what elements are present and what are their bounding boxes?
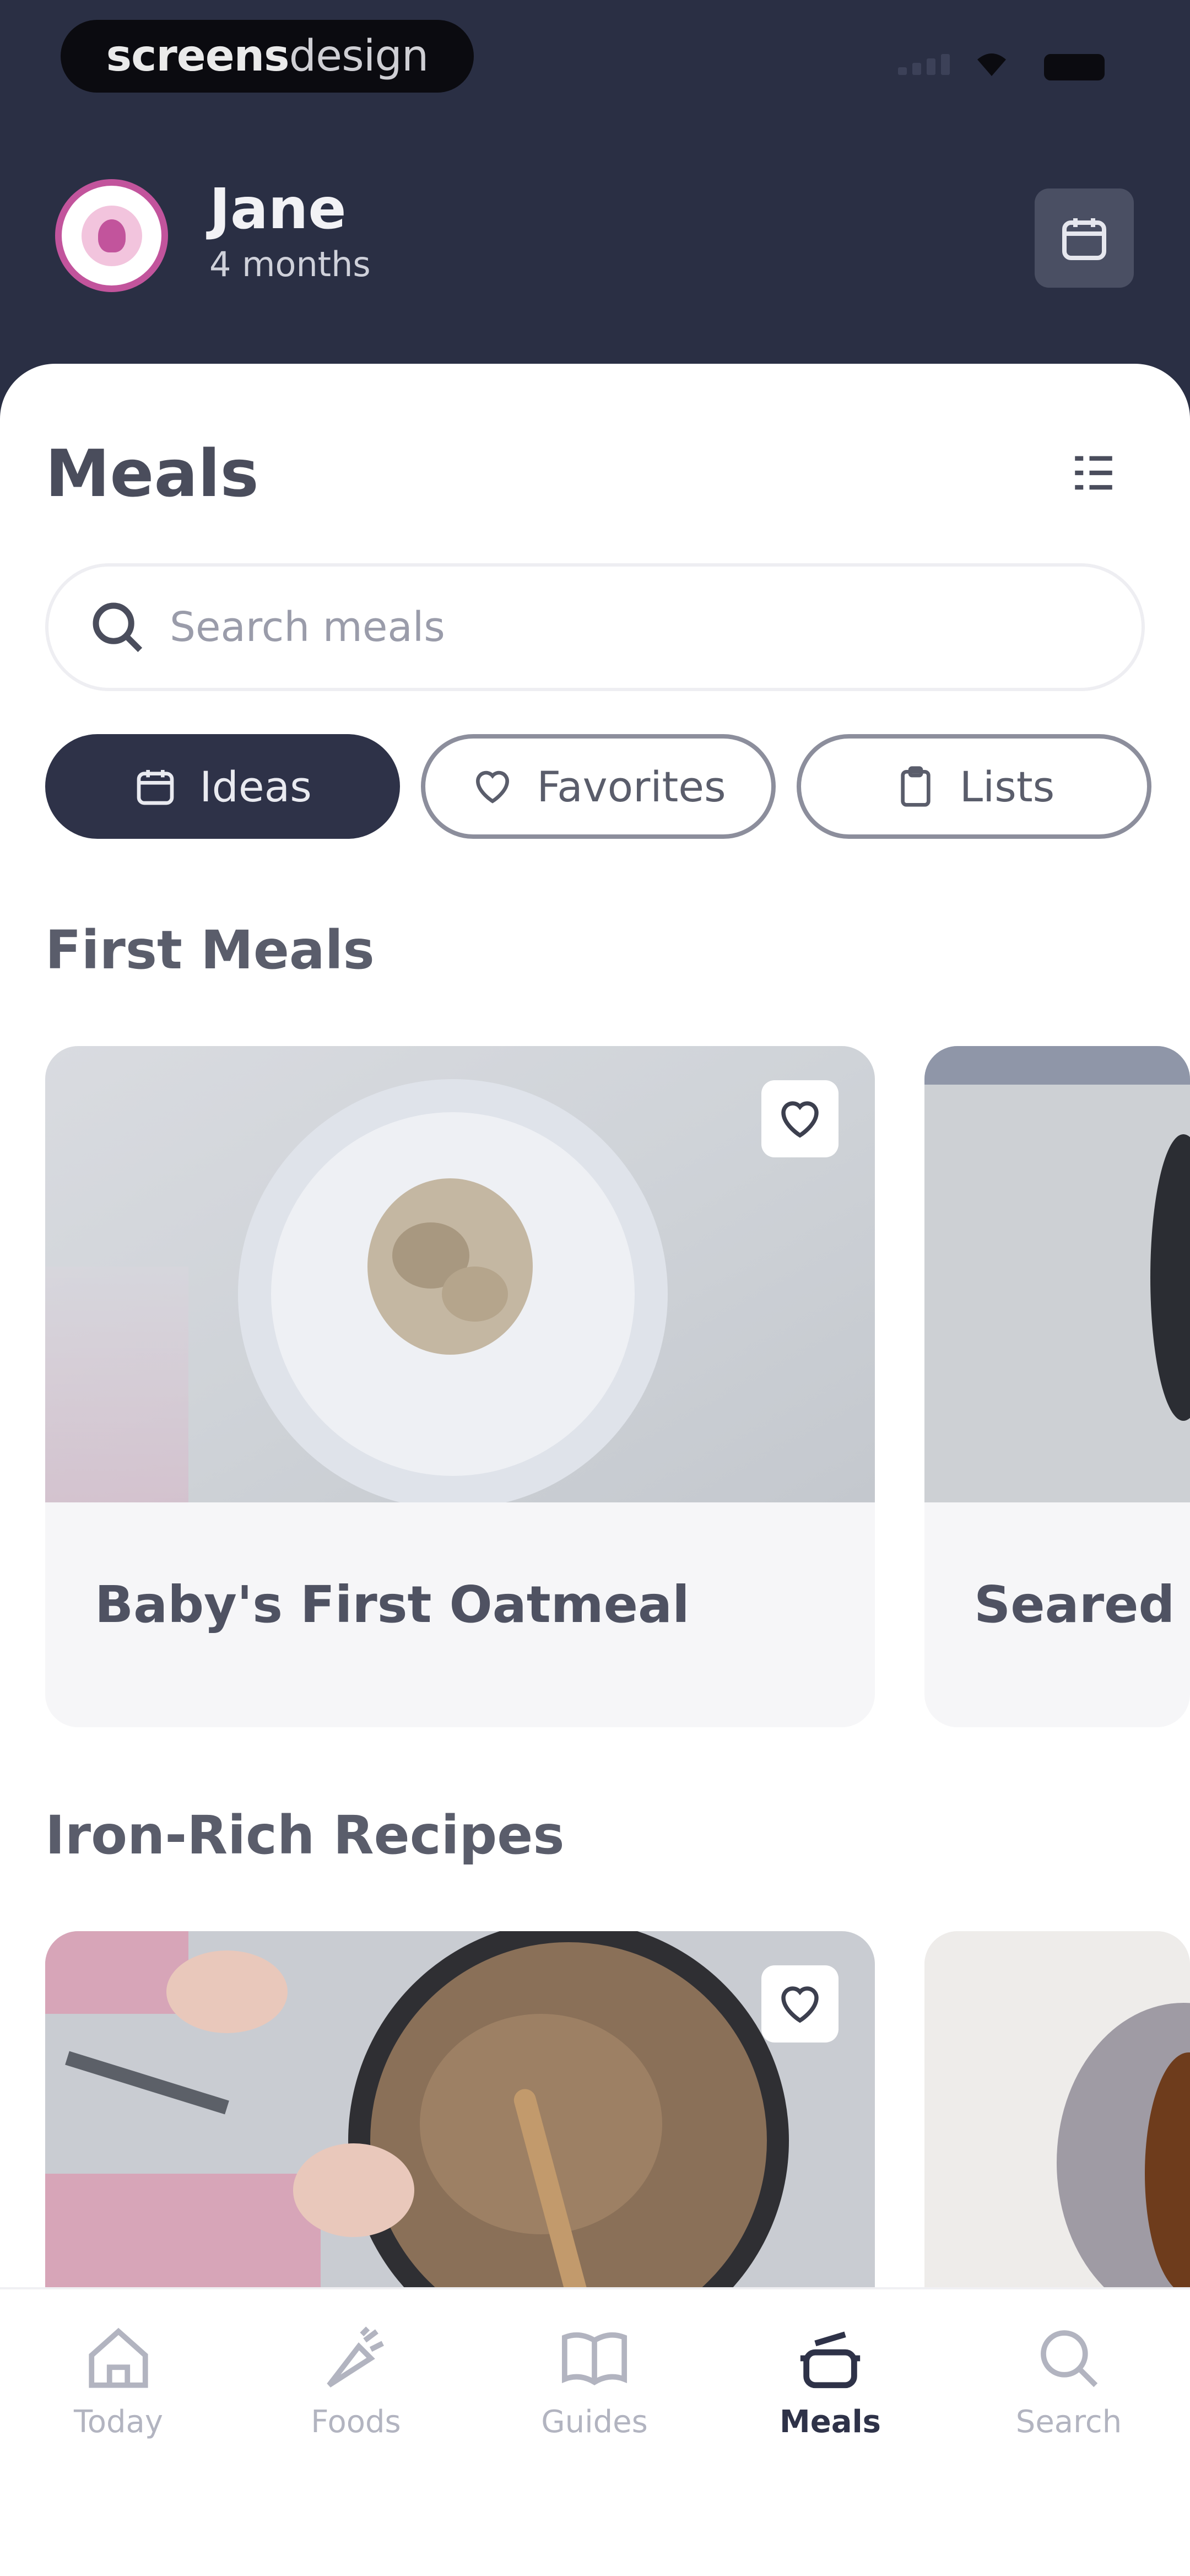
tab-favorites[interactable]: Favorites bbox=[421, 734, 776, 839]
heart-icon bbox=[781, 1986, 819, 2023]
page-title: Meals bbox=[45, 435, 259, 511]
search-input[interactable]: Search meals bbox=[45, 563, 1145, 691]
battery-icon bbox=[1044, 54, 1105, 80]
tab-lists-label: Lists bbox=[959, 762, 1055, 811]
nav-today[interactable]: Today bbox=[36, 2322, 201, 2440]
brand-bold: screens bbox=[106, 31, 290, 81]
tab-ideas[interactable]: Ideas bbox=[45, 734, 400, 839]
nav-foods[interactable]: Foods bbox=[273, 2322, 439, 2440]
brand-badge: screens design bbox=[61, 20, 474, 93]
nav-search[interactable]: Search bbox=[986, 2322, 1151, 2440]
heart-icon bbox=[781, 1101, 819, 1138]
pot-icon bbox=[800, 2331, 861, 2389]
bottom-nav: Today Foods Guides Meals Search bbox=[0, 2287, 1190, 2576]
book-icon bbox=[561, 2332, 628, 2386]
oatmeal-photo bbox=[45, 1046, 875, 1502]
tab-ideas-label: Ideas bbox=[199, 762, 312, 811]
brand-light: design bbox=[289, 31, 429, 81]
calendar-icon bbox=[1062, 218, 1106, 260]
nav-guides[interactable]: Guides bbox=[512, 2322, 677, 2440]
nav-label: Foods bbox=[311, 2404, 401, 2440]
meal-card[interactable] bbox=[45, 1931, 875, 2293]
wifi-icon bbox=[977, 53, 1006, 76]
search-placeholder: Search meals bbox=[170, 603, 445, 651]
bowl-photo bbox=[924, 1931, 1190, 2293]
nav-label: Search bbox=[1015, 2404, 1122, 2440]
tab-lists[interactable]: Lists bbox=[797, 734, 1151, 839]
favorite-button[interactable] bbox=[761, 1080, 839, 1157]
search-icon bbox=[1041, 2330, 1098, 2388]
nav-meals[interactable]: Meals bbox=[748, 2322, 913, 2440]
carrot-icon bbox=[327, 2326, 384, 2388]
avatar-icon bbox=[81, 205, 142, 266]
section-title: Iron-Rich Recipes bbox=[45, 1804, 565, 1866]
heart-icon bbox=[476, 770, 510, 804]
status-bar: screens design bbox=[0, 0, 1190, 116]
meals-sheet: Meals Search meals Ideas Favorites Lists bbox=[0, 364, 1190, 2293]
meal-card-title: Seared bbox=[974, 1575, 1175, 1634]
nav-label: Today bbox=[74, 2404, 163, 2440]
home-icon bbox=[89, 2327, 148, 2388]
profile-name: Jane bbox=[209, 176, 347, 242]
tab-favorites-label: Favorites bbox=[537, 762, 726, 811]
meal-card-title: Baby's First Oatmeal bbox=[95, 1575, 690, 1634]
meal-tabs: Ideas Favorites Lists bbox=[45, 734, 1151, 839]
calendar-button[interactable] bbox=[1035, 188, 1134, 288]
meal-card[interactable] bbox=[924, 1931, 1190, 2293]
profile-age: 4 months bbox=[209, 244, 371, 284]
signal-icon bbox=[898, 54, 950, 75]
seared-photo bbox=[924, 1046, 1190, 1502]
nav-label: Guides bbox=[541, 2404, 648, 2440]
search-icon bbox=[93, 602, 143, 653]
baby-avatar[interactable] bbox=[55, 179, 168, 292]
iron-rich-photo bbox=[45, 1931, 875, 2293]
calendar-icon bbox=[137, 770, 174, 805]
nav-label: Meals bbox=[779, 2404, 881, 2440]
clipboard-icon bbox=[901, 766, 931, 807]
profile-info: Jane 4 months bbox=[209, 176, 371, 287]
section-title: First Meals bbox=[45, 919, 375, 981]
meal-card[interactable]: Baby's First Oatmeal bbox=[45, 1046, 875, 1727]
filter-list-icon[interactable] bbox=[1069, 445, 1118, 500]
meal-card[interactable]: Seared bbox=[924, 1046, 1190, 1727]
favorite-button[interactable] bbox=[761, 1965, 839, 2043]
